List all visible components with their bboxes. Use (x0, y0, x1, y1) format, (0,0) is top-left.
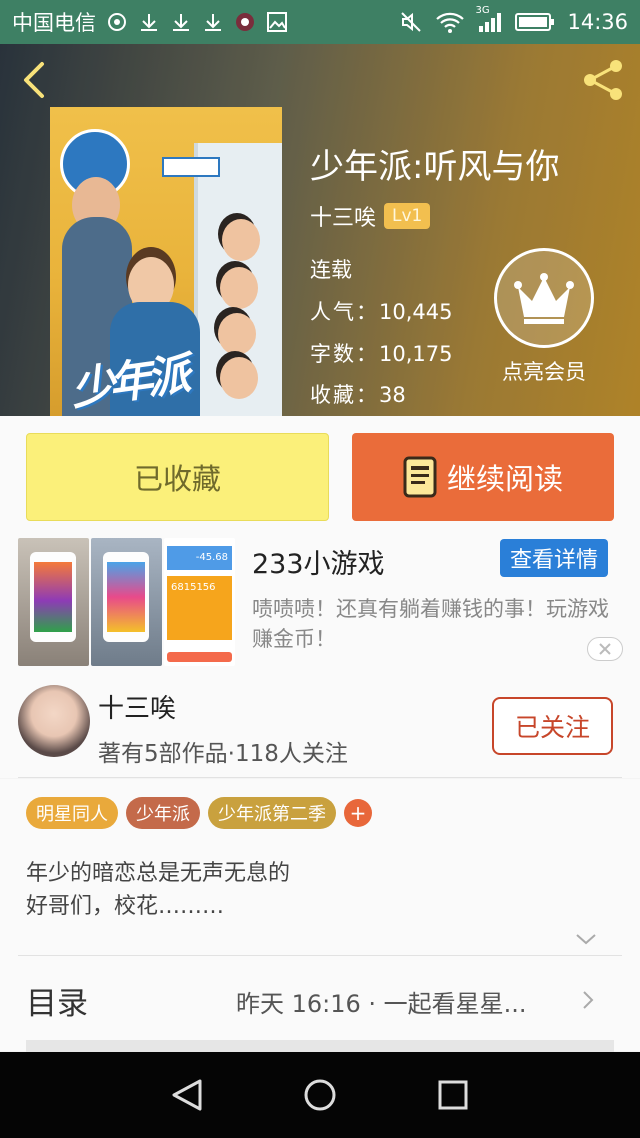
add-tag-button[interactable]: + (344, 799, 372, 827)
author-link[interactable]: 十三唉 (310, 200, 376, 232)
book-title: 少年派:听风与你 (310, 147, 560, 187)
clock-text: 14:36 (567, 10, 628, 34)
continue-reading-button[interactable]: 继续阅读 (352, 433, 614, 521)
table-of-contents-row[interactable]: 目录 昨天 16:16 · 一起看星星... (0, 956, 640, 1044)
status-bar: 中国电信 3G 14:36 (0, 0, 640, 44)
author-name[interactable]: 十三唉 (98, 688, 176, 725)
book-icon (403, 456, 437, 498)
continue-reading-label: 继续阅读 (446, 462, 563, 496)
tag[interactable]: 少年派 (126, 797, 200, 829)
ad-image (91, 538, 162, 666)
nav-home-icon (304, 1079, 336, 1111)
nav-home-button[interactable] (298, 1073, 342, 1117)
download-icon (202, 11, 224, 33)
share-button[interactable] (580, 56, 628, 104)
image-icon (266, 11, 288, 33)
app-notification-icon (234, 11, 256, 33)
expand-button[interactable] (573, 929, 599, 949)
ad-image (18, 538, 89, 666)
collected-button[interactable]: 已收藏 (26, 433, 329, 521)
chevron-right-icon (580, 988, 596, 1012)
ad-close-button[interactable] (587, 637, 623, 661)
synopsis-line: 好哥们，校花……… (26, 894, 225, 919)
nav-recents-button[interactable] (431, 1073, 475, 1117)
popularity-stat: 人气：10,445 (310, 300, 453, 324)
divider (18, 777, 622, 778)
close-icon (599, 643, 611, 655)
download-icon (170, 11, 192, 33)
serial-status: 连载 (310, 258, 352, 282)
favorites-stat: 收藏：38 (310, 383, 406, 407)
ad-details-button[interactable]: 查看详情 (500, 539, 608, 577)
share-icon (584, 60, 622, 100)
ad-banner[interactable]: -45.68 6815156 233小游戏 查看详情 啧啧啧！还真有躺着赚钱的事… (0, 534, 640, 668)
system-nav-bar (0, 1052, 640, 1138)
back-icon (24, 62, 44, 98)
chevron-down-icon (576, 934, 596, 945)
nav-back-icon (172, 1079, 202, 1111)
following-button[interactable]: 已关注 (492, 697, 613, 755)
hotspot-icon (106, 11, 128, 33)
tag[interactable]: 少年派第二季 (208, 797, 336, 829)
synopsis-line: 年少的暗恋总是无声无息的 (26, 861, 291, 886)
battery-icon (515, 11, 555, 33)
action-bar: 已收藏 继续阅读 (0, 416, 640, 534)
author-section: 十三唉 著有5部作品·118人关注 已关注 (0, 668, 640, 778)
latest-chapter: 昨天 16:16 · 一起看星星... (236, 990, 527, 1018)
avatar[interactable] (18, 685, 90, 757)
content-strip (26, 1040, 614, 1052)
nav-back-button[interactable] (165, 1073, 209, 1117)
toc-label: 目录 (26, 986, 88, 1022)
tag[interactable]: 明星同人 (26, 797, 118, 829)
wifi-icon (435, 11, 465, 33)
word-count-stat: 字数：10,175 (310, 342, 453, 366)
carrier-text: 中国电信 (12, 11, 96, 35)
signal-icon: 3G (475, 5, 503, 33)
author-meta: 著有5部作品·118人关注 (98, 741, 348, 767)
level-badge: Lv1 (384, 203, 431, 229)
book-header: 少年派 少年派:听风与你 十三唉 Lv1 连载 人气：10,445 字数：10,… (0, 44, 640, 416)
crown-icon (514, 273, 574, 324)
tag-list: 明星同人 少年派 少年派第二季 + (26, 797, 372, 829)
vip-label: 点亮会员 (502, 360, 586, 384)
ad-title: 233小游戏 (252, 549, 385, 580)
network-type: 3G (475, 5, 490, 16)
mute-icon (399, 11, 423, 33)
vip-button[interactable]: 点亮会员 (492, 248, 596, 388)
download-icon (138, 11, 160, 33)
nav-recents-icon (438, 1080, 468, 1110)
ad-image: -45.68 6815156 (164, 538, 235, 666)
synopsis[interactable]: 年少的暗恋总是无声无息的 好哥们，校花……… (26, 857, 606, 923)
ad-description: 啧啧啧！还真有躺着赚钱的事！玩游戏赚金币！ (252, 597, 609, 651)
book-cover[interactable]: 少年派 (50, 107, 282, 416)
back-button[interactable] (16, 58, 52, 102)
